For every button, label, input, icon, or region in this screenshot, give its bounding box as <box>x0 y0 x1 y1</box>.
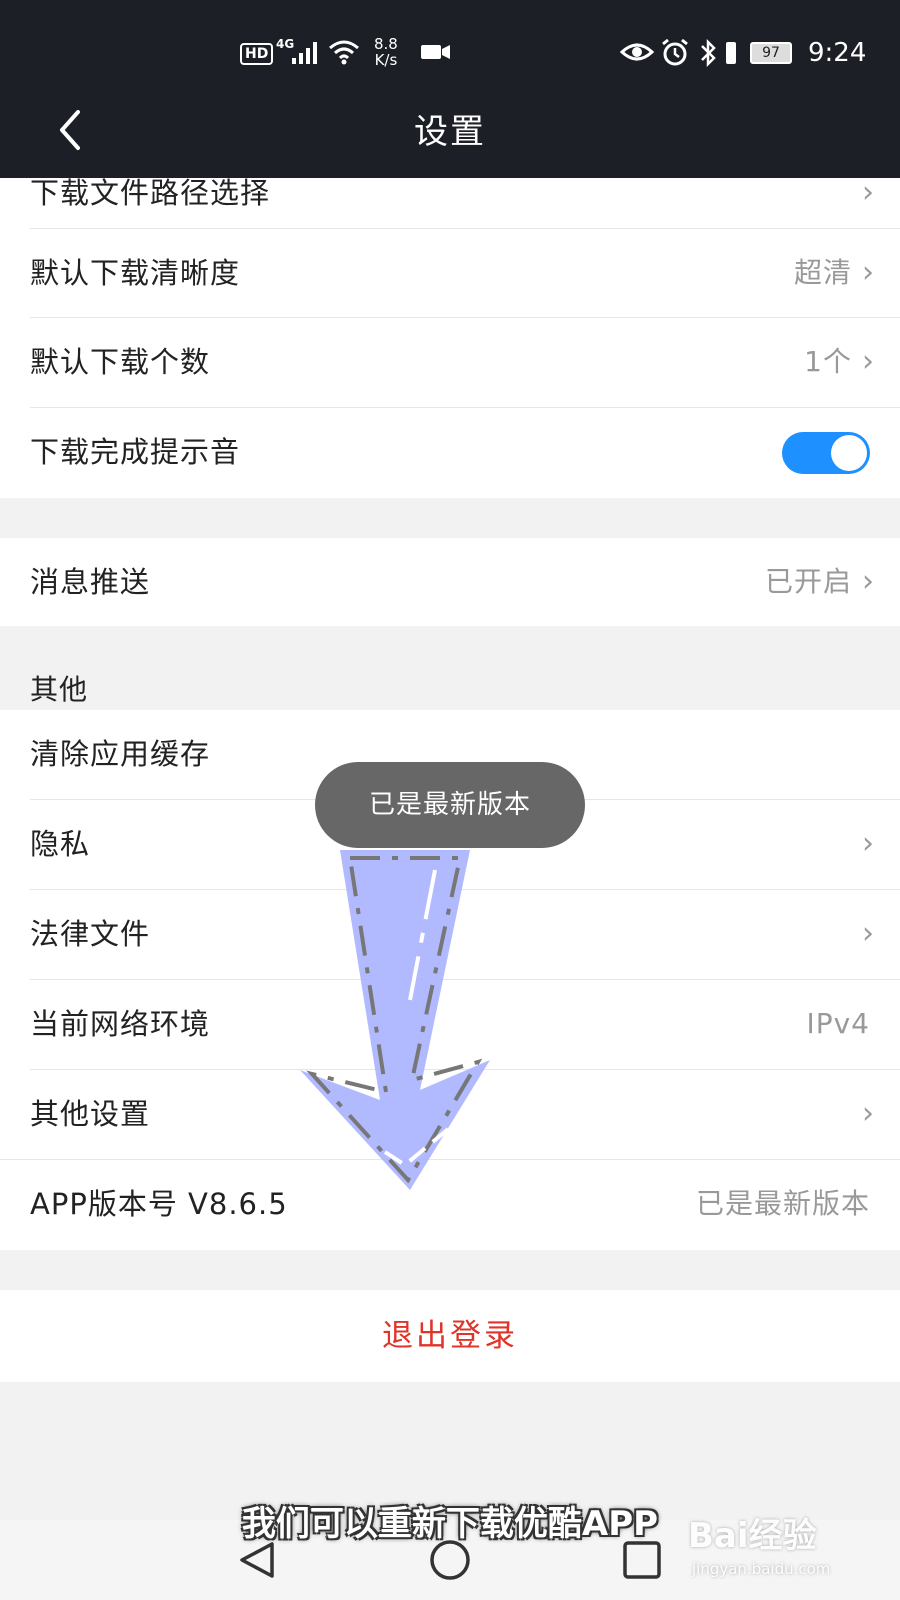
toast-message: 已是最新版本 <box>315 762 585 848</box>
row-label: 当前网络环境 <box>30 1007 211 1041</box>
row-label: 其他设置 <box>30 1097 151 1131</box>
eye-icon <box>620 43 654 61</box>
clock: 9:24 <box>808 38 867 68</box>
toggle-knob <box>831 435 867 471</box>
watermark-url: jingyan.baidu.com <box>692 1560 831 1578</box>
chevron-right-icon: › <box>862 1096 874 1131</box>
row-download-quality[interactable]: 默认下载清晰度 超清 › <box>0 229 900 317</box>
top-bar: HD 4G 8.8 K/s 97 9:24 设置 <box>0 0 900 178</box>
page-title: 设置 <box>414 112 486 152</box>
alarm-icon <box>662 38 688 66</box>
row-value: IPv4 <box>806 1007 870 1040</box>
push-section: 消息推送 已开启 › <box>0 538 900 626</box>
annotation-arrow-icon <box>300 850 490 1190</box>
row-value: 超清 <box>793 256 852 289</box>
status-bar: HD 4G 8.8 K/s 97 9:24 <box>0 28 900 78</box>
logout-section: 退出登录 <box>0 1290 900 1382</box>
row-label: 清除应用缓存 <box>30 737 211 771</box>
signal-icon <box>292 42 317 64</box>
vibrate-icon <box>726 42 736 64</box>
row-push-notifications[interactable]: 消息推送 已开启 › <box>0 538 900 626</box>
row-label: APP版本号 V8.6.5 <box>30 1187 288 1221</box>
download-sound-toggle[interactable] <box>782 432 870 474</box>
hd-badge: HD <box>240 43 274 65</box>
row-value: 已开启 <box>764 565 852 598</box>
row-label: 消息推送 <box>30 565 151 599</box>
battery-indicator: 97 <box>750 42 792 64</box>
row-label: 隐私 <box>30 827 91 861</box>
row-label: 下载完成提示音 <box>30 435 241 469</box>
row-label: 法律文件 <box>30 917 151 951</box>
row-label: 默认下载个数 <box>30 345 211 379</box>
chevron-right-icon: › <box>862 564 874 599</box>
row-label: 默认下载清晰度 <box>30 256 241 290</box>
chevron-right-icon: › <box>862 826 874 861</box>
network-speed: 8.8 K/s <box>374 36 398 68</box>
watermark-logo: Bai经验 <box>688 1516 817 1556</box>
row-value: 已是最新版本 <box>695 1187 870 1220</box>
row-download-count[interactable]: 默认下载个数 1个 › <box>0 318 900 406</box>
chevron-right-icon: › <box>862 255 874 290</box>
row-value: 1个 <box>804 345 852 378</box>
chevron-right-icon: › <box>862 916 874 951</box>
row-download-sound: 下载完成提示音 <box>0 408 900 496</box>
logout-button[interactable]: 退出登录 <box>0 1290 900 1382</box>
chevron-right-icon: › <box>862 344 874 379</box>
download-settings-section: 下载文件路径选择 › 默认下载清晰度 超清 › 默认下载个数 1个 › 下载完成… <box>0 138 900 498</box>
speed-unit: K/s <box>374 51 398 69</box>
camera-icon <box>421 45 450 59</box>
bluetooth-icon <box>701 38 716 68</box>
section-header-other: 其他 <box>30 673 89 706</box>
speed-value: 8.8 <box>374 35 398 53</box>
wifi-icon <box>329 40 359 65</box>
